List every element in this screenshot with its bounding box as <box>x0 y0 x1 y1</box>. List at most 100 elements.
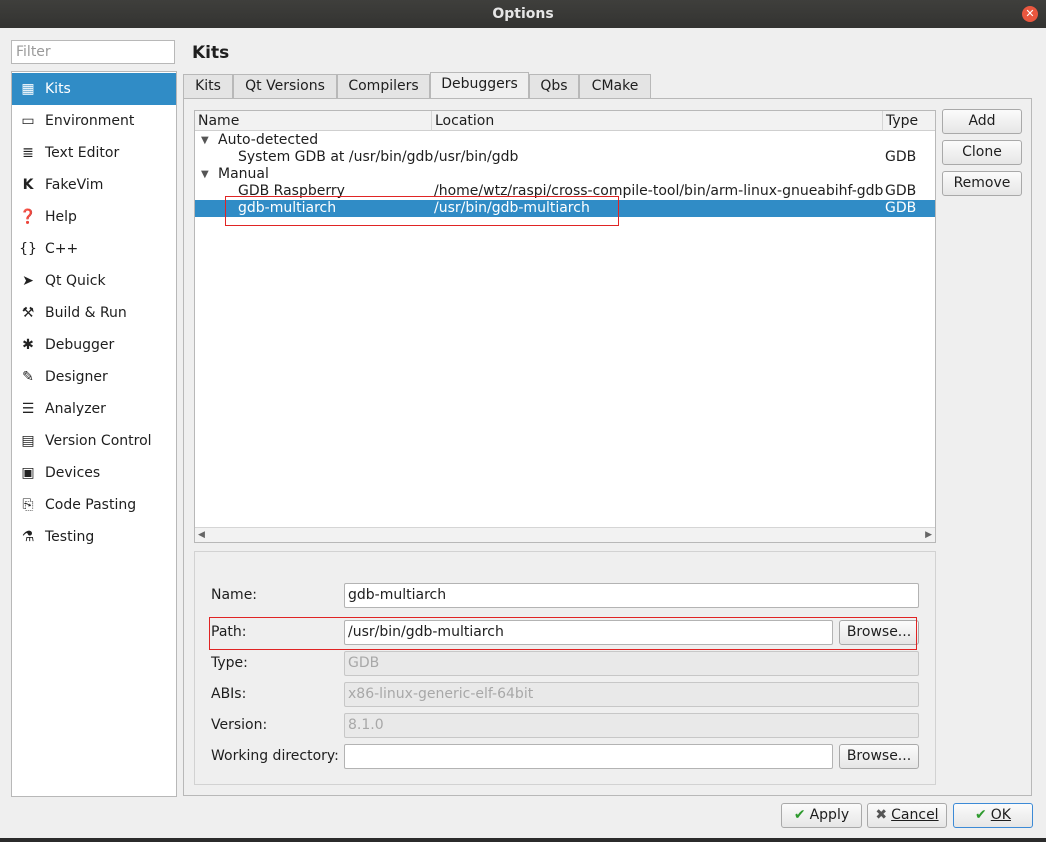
sidebar-item-fakevim[interactable]: K FakeVim <box>12 169 176 201</box>
help-icon: ❓ <box>19 209 37 225</box>
options-dialog: Options ✕ ▦ Kits ▭ Environment ≣ Text Ed… <box>0 0 1046 838</box>
sidebar-item-label: Devices <box>45 465 101 481</box>
close-icon: ✖ <box>875 807 888 823</box>
text-editor-icon: ≣ <box>22 145 34 161</box>
table-row-selected[interactable]: gdb-multiarch /usr/bin/gdb-multiarch GDB <box>195 200 935 217</box>
cancel-button[interactable]: ✖ Cancel <box>867 803 947 828</box>
tab-kits[interactable]: Kits <box>183 74 233 98</box>
debuggers-tree[interactable]: Name Location Type ▼ Auto-detected Syste… <box>194 110 936 543</box>
sidebar-item-cpp[interactable]: {} C++ <box>12 233 176 265</box>
debugger-type: GDB <box>885 200 917 216</box>
type-label: Type: <box>211 655 248 671</box>
group-label: Manual <box>218 166 269 182</box>
close-icon[interactable]: ✕ <box>1022 6 1038 22</box>
chevron-down-icon[interactable]: ▼ <box>201 166 209 183</box>
table-row[interactable]: GDB Raspberry /home/wtz/raspi/cross-comp… <box>195 183 935 200</box>
sidebar-item-label: Designer <box>45 369 108 385</box>
working-directory-field[interactable] <box>344 744 833 769</box>
flask-icon: ⚗ <box>21 529 35 545</box>
version-field: 8.1.0 <box>344 713 919 738</box>
checkmark-icon: ✔ <box>975 807 987 823</box>
sidebar-item-label: Testing <box>45 529 95 545</box>
tab-debuggers[interactable]: Debuggers <box>430 72 529 99</box>
working-directory-browse-button[interactable]: Browse... <box>839 744 919 769</box>
sidebar-item-debugger[interactable]: ✱ Debugger <box>12 329 176 361</box>
sidebar-item-label: Version Control <box>45 433 152 449</box>
ok-label: OK <box>990 807 1011 823</box>
name-label: Name: <box>211 587 258 603</box>
debugger-type: GDB <box>885 149 917 165</box>
apply-button[interactable]: ✔ Apply <box>781 803 862 828</box>
sidebar-item-code-pasting[interactable]: ⎘ Code Pasting <box>12 489 176 521</box>
debugger-name: GDB Raspberry <box>238 183 345 199</box>
add-button[interactable]: Add <box>942 109 1022 134</box>
analyzer-icon: ☰ <box>21 401 35 417</box>
clone-button[interactable]: Clone <box>942 140 1022 165</box>
title-bar: Options ✕ <box>0 0 1046 28</box>
tab-cmake[interactable]: CMake <box>579 74 651 98</box>
sidebar-item-devices[interactable]: ▣ Devices <box>12 457 176 489</box>
qtquick-icon: ➤ <box>22 273 34 289</box>
pencil-icon: ✎ <box>22 369 34 385</box>
tab-qbs[interactable]: Qbs <box>529 74 579 98</box>
debugger-location: /usr/bin/gdb-multiarch <box>434 200 590 216</box>
filter-input[interactable] <box>11 40 175 64</box>
kits-icon: ▦ <box>21 81 35 97</box>
sidebar-item-designer[interactable]: ✎ Designer <box>12 361 176 393</box>
remove-button[interactable]: Remove <box>942 171 1022 196</box>
column-header-name[interactable]: Name <box>195 111 432 131</box>
ok-button[interactable]: ✔ OK <box>953 803 1033 828</box>
devices-icon: ▣ <box>21 465 35 481</box>
sidebar-item-label: Kits <box>45 81 71 97</box>
sidebar-item-label: Environment <box>45 113 135 129</box>
tree-group-manual[interactable]: ▼ Manual <box>195 166 935 183</box>
paste-icon: ⎘ <box>22 497 34 513</box>
sidebar-item-qt-quick[interactable]: ➤ Qt Quick <box>12 265 176 297</box>
tree-group-auto-detected[interactable]: ▼ Auto-detected <box>195 132 935 149</box>
table-row[interactable]: System GDB at /usr/bin/gdb /usr/bin/gdb … <box>195 149 935 166</box>
sidebar-item-label: FakeVim <box>45 177 104 193</box>
debugger-name: gdb-multiarch <box>238 200 337 216</box>
column-header-type[interactable]: Type <box>883 111 935 131</box>
sidebar-item-build-run[interactable]: ⚒ Build & Run <box>12 297 176 329</box>
sidebar-item-kits[interactable]: ▦ Kits <box>12 73 176 105</box>
ide-status-bar <box>0 838 1046 842</box>
category-sidebar: ▦ Kits ▭ Environment ≣ Text Editor K Fak… <box>11 71 177 797</box>
path-field[interactable]: /usr/bin/gdb-multiarch <box>344 620 833 645</box>
sidebar-item-label: Debugger <box>45 337 115 353</box>
version-control-icon: ▤ <box>21 433 35 449</box>
abis-label: ABIs: <box>211 686 247 702</box>
sidebar-item-testing[interactable]: ⚗ Testing <box>12 521 176 553</box>
horizontal-scrollbar[interactable]: ◀ ▶ <box>195 527 935 542</box>
sidebar-item-label: Text Editor <box>45 145 120 161</box>
sidebar-item-version-control[interactable]: ▤ Version Control <box>12 425 176 457</box>
sidebar-item-label: Help <box>45 209 77 225</box>
sidebar-item-environment[interactable]: ▭ Environment <box>12 105 176 137</box>
braces-icon: {} <box>19 241 37 257</box>
version-label: Version: <box>211 717 268 733</box>
path-label: Path: <box>211 624 247 640</box>
chevron-right-icon[interactable]: ▶ <box>925 528 932 542</box>
group-label: Auto-detected <box>218 132 319 148</box>
fakevim-icon: K <box>22 177 34 193</box>
monitor-icon: ▭ <box>21 113 35 129</box>
sidebar-item-label: Code Pasting <box>45 497 137 513</box>
sidebar-item-label: Analyzer <box>45 401 106 417</box>
debugger-location: /home/wtz/raspi/cross-compile-tool/bin/a… <box>434 183 884 199</box>
sidebar-item-analyzer[interactable]: ☰ Analyzer <box>12 393 176 425</box>
tab-compilers[interactable]: Compilers <box>337 74 430 98</box>
chevron-left-icon[interactable]: ◀ <box>198 528 205 542</box>
type-field: GDB <box>344 651 919 676</box>
tab-qt-versions[interactable]: Qt Versions <box>233 74 337 98</box>
column-header-location[interactable]: Location <box>432 111 883 131</box>
cancel-label: Cancel <box>891 807 939 823</box>
sidebar-item-text-editor[interactable]: ≣ Text Editor <box>12 137 176 169</box>
sidebar-item-help[interactable]: ❓ Help <box>12 201 176 233</box>
sidebar-item-label: C++ <box>45 241 79 257</box>
debugger-type: GDB <box>885 183 917 199</box>
name-field[interactable]: gdb-multiarch <box>344 583 919 608</box>
debugger-name: System GDB at /usr/bin/gdb <box>238 149 434 165</box>
sidebar-item-label: Build & Run <box>45 305 127 321</box>
path-browse-button[interactable]: Browse... <box>839 620 919 645</box>
chevron-down-icon[interactable]: ▼ <box>201 132 209 149</box>
